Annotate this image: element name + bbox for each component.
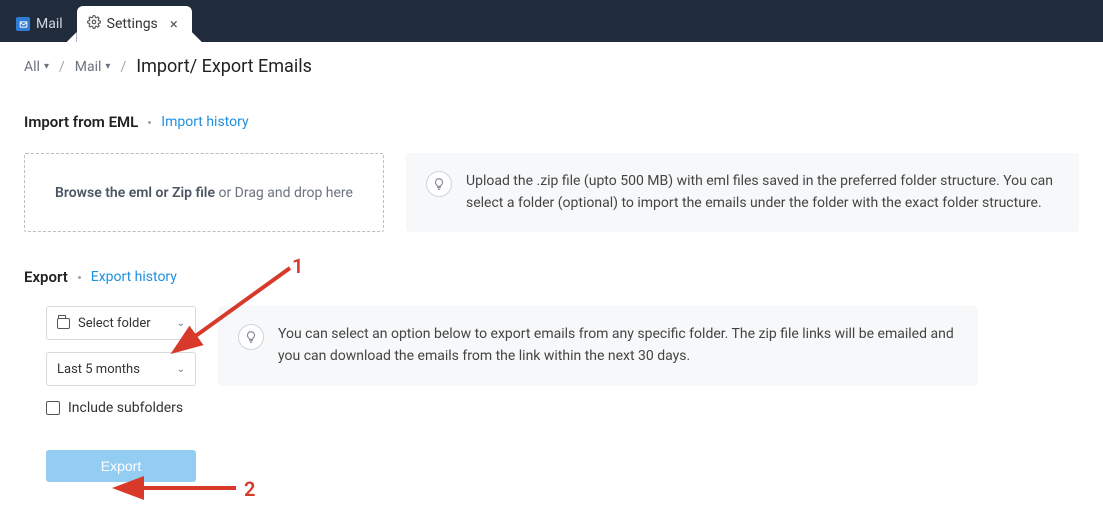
chevron-down-icon: ⌄	[177, 364, 185, 375]
dropzone-text: Browse the eml or Zip file or Drag and d…	[55, 185, 353, 201]
date-range-label: Last 5 months	[57, 362, 140, 377]
folder-icon	[57, 318, 70, 329]
breadcrumb: All ▾ / Mail ▾ / Import/ Export Emails	[24, 42, 1079, 95]
tab-settings-label: Settings	[107, 16, 158, 32]
import-history-link[interactable]: Import history	[161, 114, 248, 130]
export-button[interactable]: Export	[46, 450, 196, 482]
dropzone-rest: or Drag and drop here	[215, 185, 353, 201]
breadcrumb-all-label: All	[24, 59, 40, 75]
mail-icon	[16, 17, 30, 31]
separator-dot	[148, 121, 151, 124]
close-icon[interactable]: ×	[170, 15, 178, 33]
content-area: All ▾ / Mail ▾ / Import/ Export Emails I…	[0, 42, 1103, 488]
export-tip: You can select an option below to export…	[218, 306, 978, 385]
bulb-icon	[238, 324, 264, 350]
export-section-head: Export Export history	[24, 268, 1079, 286]
dropzone-bold: Browse the eml or Zip file	[55, 185, 215, 201]
import-section: Import from EML Import history Browse th…	[24, 95, 1079, 238]
breadcrumb-all[interactable]: All ▾	[24, 59, 49, 75]
export-tip-text: You can select an option below to export…	[278, 324, 958, 367]
import-section-head: Import from EML Import history	[24, 113, 1079, 131]
separator-dot	[78, 276, 81, 279]
include-subfolders-label: Include subfolders	[68, 400, 183, 416]
date-range-dropdown[interactable]: Last 5 months ⌄	[46, 352, 196, 386]
breadcrumb-mail-label: Mail	[75, 59, 102, 75]
breadcrumb-sep: /	[120, 59, 126, 75]
include-subfolders-checkbox[interactable]	[46, 401, 60, 415]
breadcrumb-sep: /	[59, 59, 65, 75]
import-dropzone[interactable]: Browse the eml or Zip file or Drag and d…	[24, 153, 384, 232]
export-title: Export	[24, 268, 68, 286]
import-tip: Upload the .zip file (upto 500 MB) with …	[406, 153, 1079, 232]
select-folder-dropdown[interactable]: Select folder ⌄	[46, 306, 196, 340]
chevron-down-icon: ▾	[44, 61, 49, 72]
import-title: Import from EML	[24, 113, 138, 131]
import-tip-text: Upload the .zip file (upto 500 MB) with …	[466, 171, 1059, 214]
export-section: Export Export history Select folder ⌄	[24, 250, 1079, 488]
export-history-link[interactable]: Export history	[91, 269, 177, 285]
chevron-down-icon: ⌄	[177, 318, 185, 329]
page-title: Import/ Export Emails	[136, 56, 312, 77]
select-folder-label: Select folder	[78, 316, 151, 331]
gear-icon	[87, 15, 101, 33]
tab-mail-label: Mail	[36, 16, 63, 32]
include-subfolders-row[interactable]: Include subfolders	[46, 400, 196, 416]
breadcrumb-mail[interactable]: Mail ▾	[75, 59, 111, 75]
tab-bar: Mail Settings ×	[0, 0, 1103, 42]
chevron-down-icon: ▾	[105, 61, 110, 72]
bulb-icon	[426, 171, 452, 197]
tab-settings[interactable]: Settings ×	[77, 6, 192, 42]
tab-mail[interactable]: Mail	[6, 6, 77, 42]
